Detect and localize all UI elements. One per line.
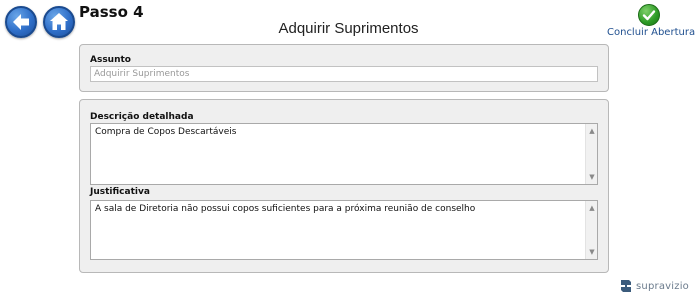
scroll-up-arrow-icon[interactable]: ▲: [586, 125, 597, 137]
scroll-down-arrow-icon[interactable]: ▼: [586, 246, 597, 258]
subject-panel: Assunto Adquirir Suprimentos: [79, 44, 609, 92]
step-title: Passo 4: [79, 3, 144, 21]
subject-label: Assunto: [90, 55, 131, 65]
scroll-up-arrow-icon[interactable]: ▲: [586, 202, 597, 214]
conclude-opening-label: Concluir Abertura: [607, 27, 696, 38]
description-textarea[interactable]: Compra de Copos Descartáveis ▲ ▼: [90, 123, 598, 185]
page-title: Adquirir Suprimentos: [278, 20, 419, 37]
justification-textarea[interactable]: A sala de Diretoria não possui copos suf…: [90, 200, 598, 260]
justification-scrollbar[interactable]: ▲ ▼: [585, 201, 597, 259]
justification-label: Justificativa: [90, 187, 150, 197]
supravizio-logo-icon: [621, 280, 632, 292]
description-scrollbar[interactable]: ▲ ▼: [585, 124, 597, 184]
details-panel: Descrição detalhada Compra de Copos Desc…: [79, 99, 609, 273]
justification-text: A sala de Diretoria não possui copos suf…: [95, 204, 476, 214]
scroll-down-arrow-icon[interactable]: ▼: [586, 171, 597, 183]
checkmark-icon: [638, 4, 660, 26]
brand-logo: supravizio: [619, 278, 689, 294]
subject-input[interactable]: Adquirir Suprimentos: [90, 66, 598, 82]
conclude-opening-button[interactable]: Concluir Abertura: [607, 4, 696, 38]
description-label: Descrição detalhada: [90, 112, 194, 122]
description-text: Compra de Copos Descartáveis: [95, 127, 237, 137]
brand-name: supravizio: [636, 280, 689, 292]
